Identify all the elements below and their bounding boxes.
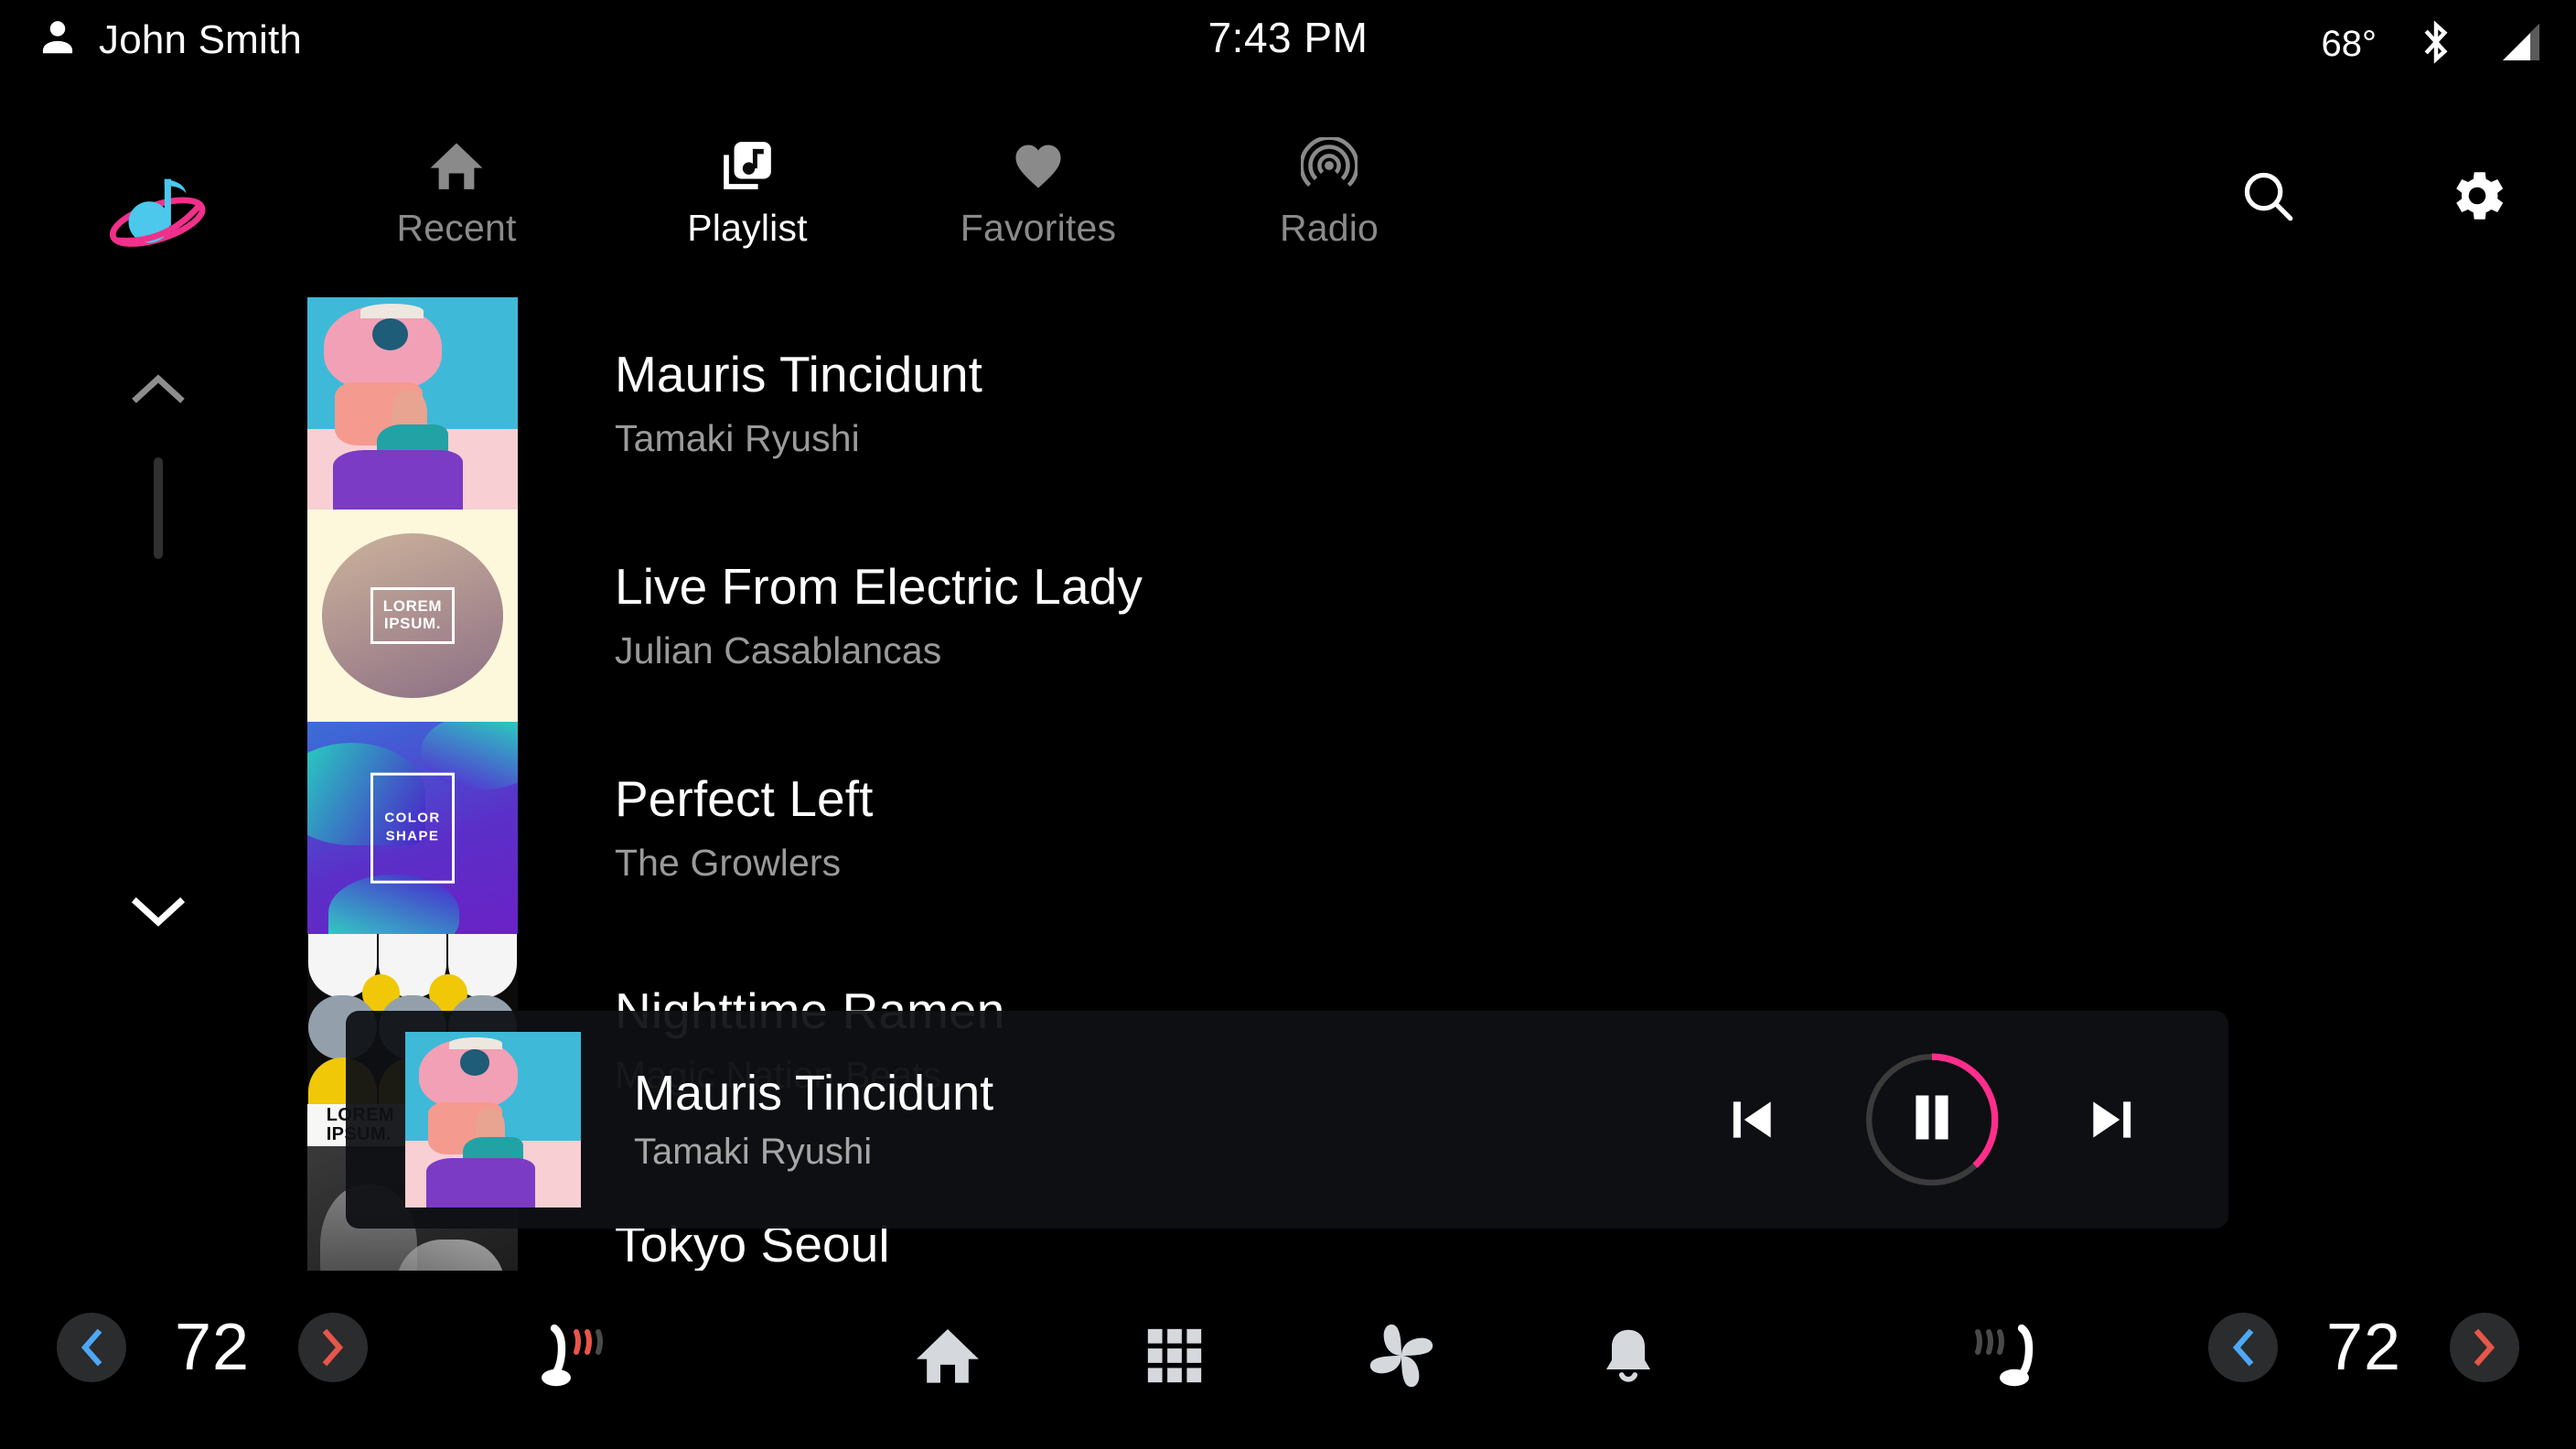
play-pause-button[interactable]: [1859, 1046, 2005, 1193]
now-playing-artist: Tamaki Ryushi: [634, 1132, 873, 1173]
clock: 7:43 PM: [1208, 14, 1368, 61]
track-row[interactable]: Mauris Tincidunt Tamaki Ryushi: [307, 297, 2539, 510]
library-music-icon: [719, 128, 776, 194]
music-planet-logo-icon[interactable]: [102, 161, 210, 269]
track-artist: The Growlers: [615, 842, 842, 885]
chevron-up-icon[interactable]: [108, 357, 209, 421]
playback-controls: [1723, 1011, 2141, 1229]
track-artist: Julian Casablancas: [615, 629, 942, 672]
track-row[interactable]: COLOR SHAPE Perfect Left The Growlers: [307, 722, 2539, 934]
album-art: [307, 297, 518, 510]
now-playing-title: Mauris Tincidunt: [634, 1065, 994, 1121]
skip-next-icon[interactable]: [2084, 1091, 2141, 1148]
status-bar: John Smith 7:43 PM 68°: [0, 0, 2576, 70]
now-playing-bar[interactable]: Mauris Tincidunt Tamaki Ryushi: [346, 1011, 2228, 1229]
skip-previous-icon[interactable]: [1723, 1091, 1780, 1148]
broadcast-icon: [1301, 128, 1358, 194]
home-icon[interactable]: [904, 1312, 992, 1400]
album-art: LOREMIPSUM.: [307, 510, 518, 722]
tab-favorites-label: Favorites: [960, 207, 1117, 249]
tab-radio-label: Radio: [1279, 207, 1379, 249]
status-indicators: 68°: [2322, 18, 2544, 70]
search-icon[interactable]: [2238, 166, 2298, 226]
track-row[interactable]: LOREM IPSUM. Live From Electric Lady Juli…: [307, 510, 2539, 722]
tab-recent[interactable]: Recent: [311, 128, 602, 250]
bottom-bar: 72 72: [0, 1275, 2576, 1449]
list-scrollbar[interactable]: [108, 357, 209, 942]
track-meta: Perfect Left The Growlers: [518, 722, 2539, 934]
track-artist: Tamaki Ryushi: [615, 417, 860, 460]
heart-icon: [1010, 128, 1067, 194]
album-art-label: LOREMIPSUM.: [370, 587, 456, 644]
bell-icon[interactable]: [1584, 1312, 1672, 1400]
tab-favorites[interactable]: Favorites: [893, 128, 1184, 250]
outside-temperature: 68°: [2321, 24, 2377, 64]
apps-grid-icon[interactable]: [1131, 1312, 1218, 1400]
tab-playlist[interactable]: Playlist: [602, 128, 893, 250]
tab-radio[interactable]: Radio: [1184, 128, 1475, 250]
track-meta: Live From Electric Lady Julian Casablanc…: [518, 510, 2539, 722]
now-playing-meta: Mauris Tincidunt Tamaki Ryushi: [634, 1065, 994, 1173]
temp-decrease-right-button[interactable]: [2208, 1313, 2278, 1382]
heated-seat-right-icon[interactable]: [1965, 1314, 2049, 1402]
chevron-down-icon[interactable]: [108, 878, 209, 942]
track-title: Mauris Tincidunt: [615, 345, 983, 402]
album-art-label: COLOR SHAPE: [370, 772, 455, 884]
fan-icon[interactable]: [1358, 1312, 1445, 1400]
scrollbar-track[interactable]: [154, 457, 163, 832]
now-playing-album-art: [405, 1032, 581, 1208]
track-meta: Mauris Tincidunt Tamaki Ryushi: [518, 297, 2539, 510]
primary-tabs: Recent Playlist Favorites Radio: [311, 128, 1475, 250]
tab-bar: Recent Playlist Favorites Radio: [0, 128, 2576, 274]
temp-increase-right-button[interactable]: [2450, 1313, 2519, 1382]
bottom-nav: [0, 1312, 2576, 1400]
pause-icon: [1910, 1094, 1954, 1146]
track-title: Perfect Left: [615, 769, 874, 827]
home-icon: [428, 128, 485, 194]
temp-value-right: 72: [2325, 1311, 2402, 1384]
bluetooth-icon[interactable]: [2415, 18, 2457, 70]
header-actions: [2238, 163, 2510, 229]
tab-playlist-label: Playlist: [687, 207, 808, 249]
infotainment-screen: John Smith 7:43 PM 68° Recent Playlist F…: [0, 0, 2576, 1449]
climate-control-right: 72: [2208, 1310, 2519, 1385]
scrollbar-thumb[interactable]: [154, 457, 163, 559]
track-title: Live From Electric Lady: [615, 557, 1143, 615]
signal-bars-icon[interactable]: [2496, 20, 2543, 69]
tab-recent-label: Recent: [396, 207, 517, 249]
gear-icon[interactable]: [2444, 163, 2510, 229]
album-art: COLOR SHAPE: [307, 722, 518, 934]
